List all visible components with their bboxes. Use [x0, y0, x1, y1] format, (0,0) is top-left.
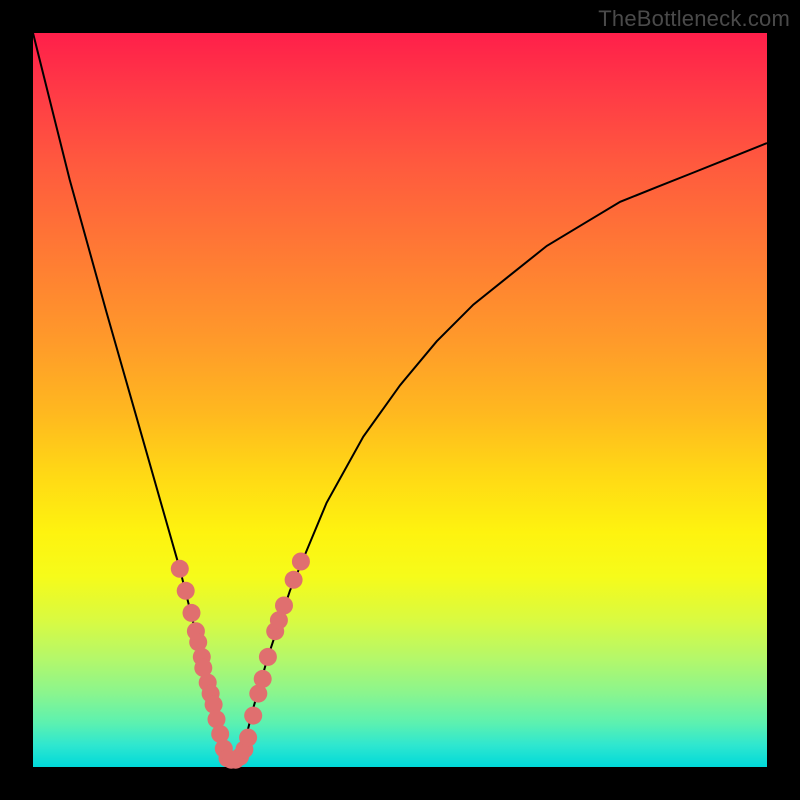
sample-dot	[177, 582, 195, 600]
sample-dot	[285, 571, 303, 589]
sample-dot	[254, 670, 272, 688]
sample-dot	[239, 729, 257, 747]
sample-dot	[183, 604, 201, 622]
watermark-text: TheBottleneck.com	[598, 6, 790, 32]
sample-dot	[171, 560, 189, 578]
outer-frame: TheBottleneck.com	[0, 0, 800, 800]
sample-dot	[259, 648, 277, 666]
plot-area	[33, 33, 767, 767]
bottleneck-curve	[33, 33, 767, 760]
sample-dot	[244, 707, 262, 725]
chart-svg	[33, 33, 767, 767]
scatter-group	[171, 553, 310, 769]
sample-dot	[275, 597, 293, 615]
sample-dot	[292, 553, 310, 571]
